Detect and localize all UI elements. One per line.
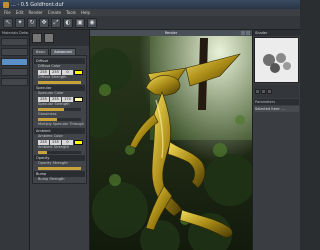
color-swatch[interactable]	[74, 69, 83, 75]
diffuse-strength-slider[interactable]	[38, 81, 81, 84]
minimize-icon[interactable]	[241, 31, 245, 35]
selected-item-field[interactable]: Selected Item: ...	[254, 106, 299, 112]
property-label: Specular Strength	[38, 102, 70, 106]
specular-strength-slider[interactable]	[38, 108, 81, 111]
red-value[interactable]: 255	[38, 96, 49, 102]
green-value[interactable]: 255	[50, 139, 61, 145]
blue-value[interactable]: 0	[62, 69, 73, 75]
title-bar: ... - 0.5 Goldfront.duf	[0, 0, 300, 9]
green-value[interactable]: 255	[50, 69, 61, 75]
menu-tools[interactable]: Tools	[66, 10, 76, 15]
select-tool-icon[interactable]: ↖	[3, 17, 13, 28]
material-panel: Basic Advanced Diffuse Diffuse Color 255…	[30, 30, 90, 250]
scale-tool-icon[interactable]: ⤢	[51, 17, 61, 28]
preview-button-icon[interactable]	[261, 88, 266, 94]
render-viewport[interactable]: Render	[90, 30, 252, 250]
glossiness-slider[interactable]	[38, 118, 81, 121]
menu-edit[interactable]: Edit	[16, 10, 24, 15]
list-item[interactable]	[1, 78, 28, 86]
right-panel: Shader Parameters Selected Item: ...	[252, 30, 300, 250]
red-value[interactable]: 255	[38, 139, 49, 145]
property-label: Ambient Strength	[38, 145, 69, 149]
window-title: ... - 0.5 Goldfront.duf	[11, 1, 64, 8]
left-panel: Materials Default	[0, 30, 30, 250]
viewport-controls	[241, 31, 250, 35]
material-swatch[interactable]	[32, 33, 42, 43]
list-item[interactable]	[1, 68, 28, 76]
list-item[interactable]	[1, 38, 28, 46]
blue-value[interactable]: 0	[62, 139, 73, 145]
preview-toolbar	[254, 84, 299, 98]
opacity-strength-slider[interactable]	[38, 167, 81, 170]
render-icon[interactable]: ▣	[75, 17, 85, 28]
red-value[interactable]: 255	[38, 69, 49, 75]
property-label: Opacity Strength	[38, 161, 68, 165]
menu-help[interactable]: Help	[81, 10, 90, 15]
preview-spheres-icon	[263, 53, 291, 73]
preview-button-icon[interactable]	[267, 88, 272, 94]
material-tabs: Basic Advanced	[30, 46, 89, 55]
material-swatch[interactable]	[44, 33, 54, 43]
section-label: Ambient	[36, 129, 51, 133]
shader-preview	[254, 37, 299, 83]
close-icon[interactable]	[246, 31, 250, 35]
render-image	[90, 30, 252, 250]
viewport-title: Render	[164, 31, 178, 35]
parameters-header: Parameters	[254, 99, 299, 105]
property-label: Bump Strength	[38, 177, 65, 181]
list-item[interactable]	[1, 58, 28, 66]
menu-file[interactable]: File	[4, 10, 11, 15]
preview-button-icon[interactable]	[255, 88, 260, 94]
camera-icon[interactable]: ◉	[87, 17, 97, 28]
list-item[interactable]	[1, 48, 28, 56]
blue-value[interactable]: 170	[62, 96, 73, 102]
property-label: Diffuse Strength	[38, 75, 67, 79]
material-header	[30, 30, 89, 46]
section-label: Specular	[36, 86, 52, 90]
rotate-tool-icon[interactable]: ↻	[27, 17, 37, 28]
tab-advanced[interactable]: Advanced	[50, 48, 76, 55]
viewport-title-bar: Render	[90, 30, 252, 36]
material-properties: Diffuse Diffuse Color 255 255 0 Diffuse …	[32, 55, 87, 184]
translate-tool-icon[interactable]: ✥	[39, 17, 49, 28]
color-swatch[interactable]	[74, 96, 83, 102]
menu-bar: File Edit Render Create Tools Help	[0, 9, 300, 16]
main-toolbar: ↖ ✦ ↻ ✥ ⤢ ◐ ▣ ◉	[0, 16, 300, 30]
left-panel-header: Materials Default	[0, 30, 29, 36]
app-icon	[3, 1, 9, 8]
green-value[interactable]: 255	[50, 96, 61, 102]
property-label: Multiply Specular Through	[38, 122, 84, 126]
tab-basic[interactable]: Basic	[32, 48, 50, 55]
menu-render[interactable]: Render	[28, 10, 42, 15]
property-label: Glossiness	[38, 112, 57, 116]
ambient-strength-slider[interactable]	[38, 151, 81, 154]
color-swatch[interactable]	[74, 139, 83, 145]
section-label: Opacity	[36, 156, 50, 160]
section-label: Diffuse	[36, 59, 49, 63]
right-panel-header: Shader	[253, 30, 300, 36]
menu-create[interactable]: Create	[48, 10, 61, 15]
node-tool-icon[interactable]: ✦	[15, 17, 25, 28]
surface-tool-icon[interactable]: ◐	[63, 17, 73, 28]
section-label: Bump	[36, 172, 47, 176]
